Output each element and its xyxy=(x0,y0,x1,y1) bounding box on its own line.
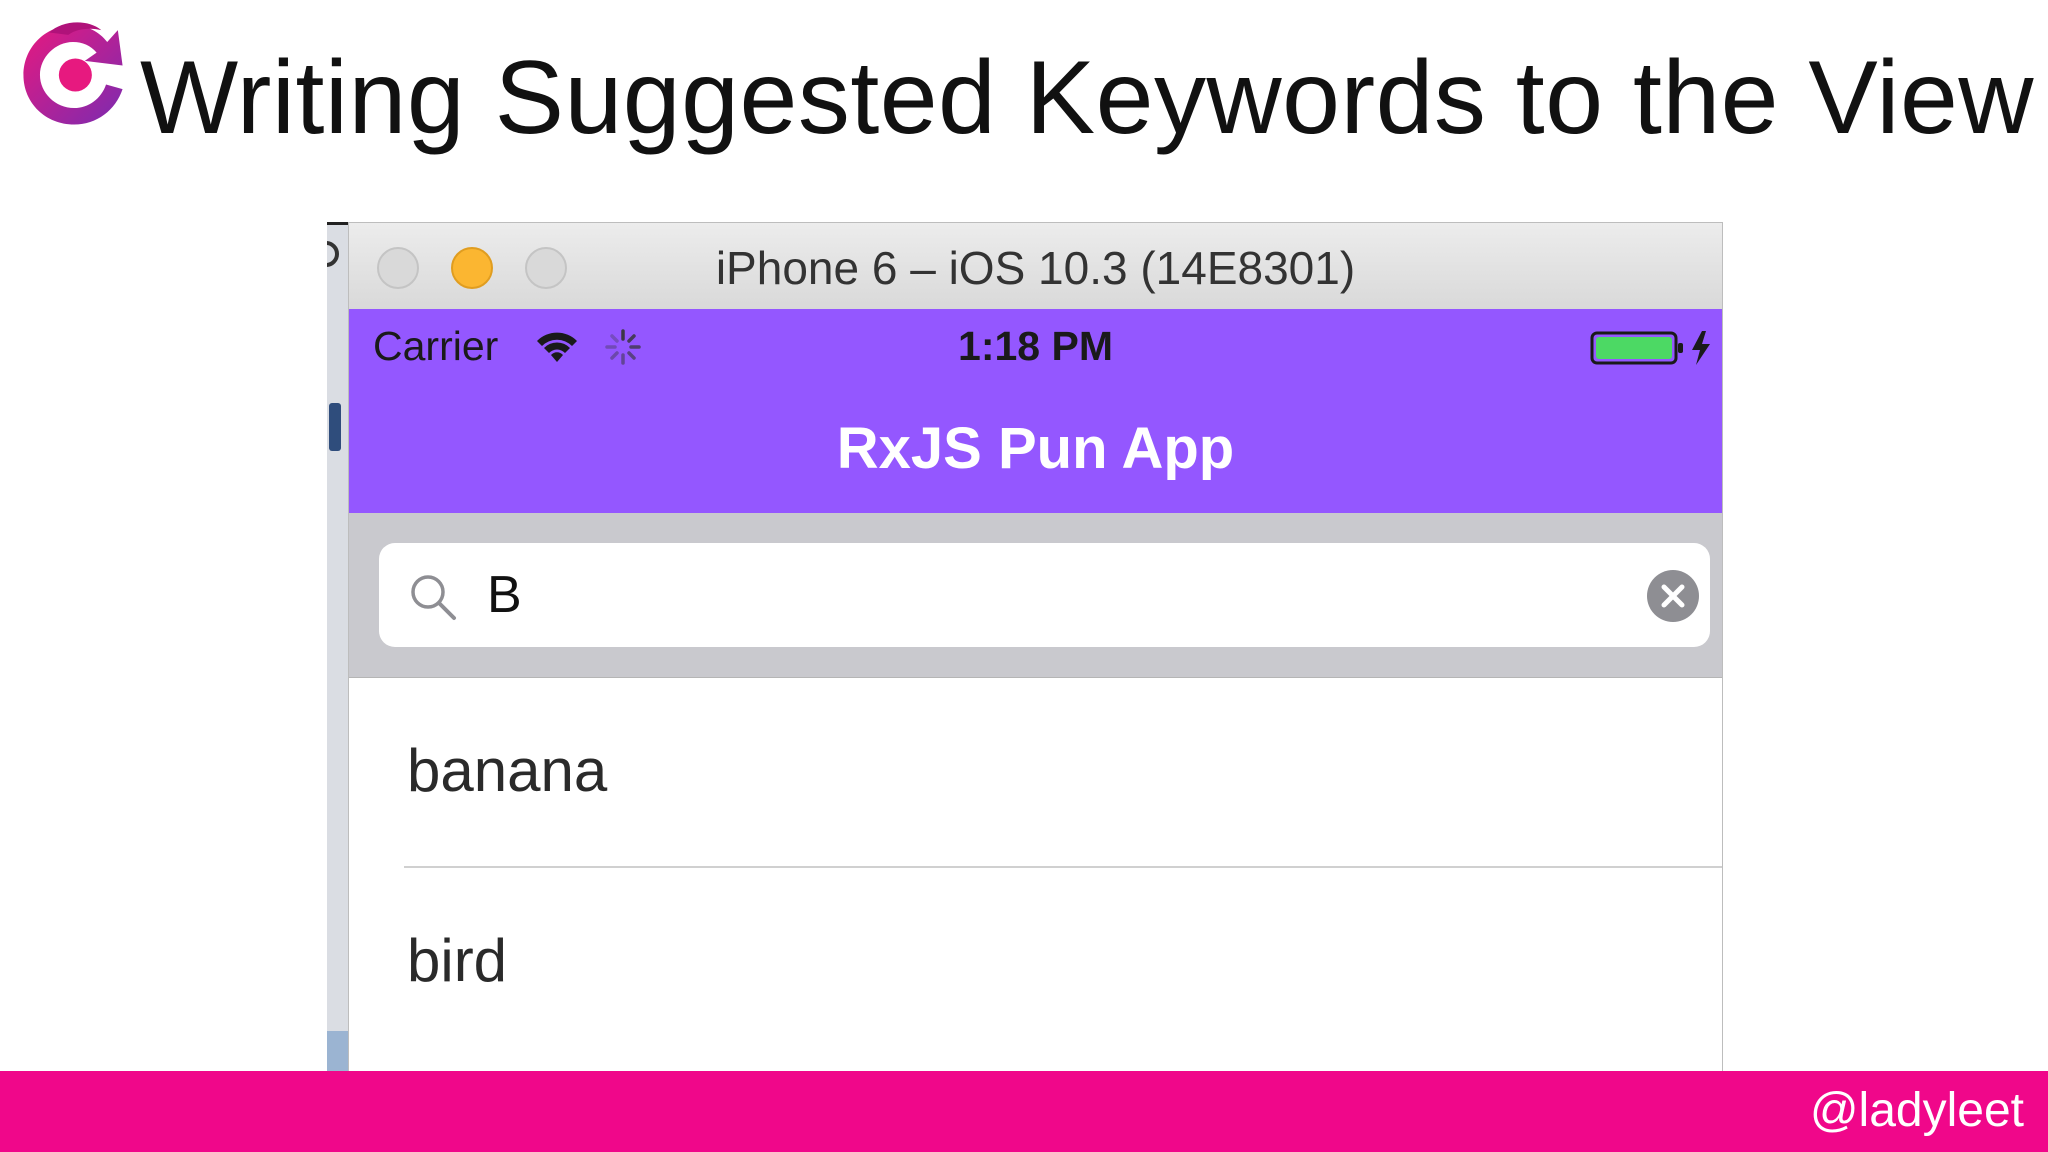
navigation-bar: RxJS Pun App xyxy=(349,385,1722,513)
status-time: 1:18 PM xyxy=(958,323,1113,369)
search-input-value[interactable]: B xyxy=(487,565,522,625)
list-item[interactable]: bird xyxy=(349,868,1722,1058)
background-window-ring-icon xyxy=(327,241,339,267)
ios-status-bar: Carrier 1:18 PM xyxy=(349,309,1722,385)
twitter-handle: @ladyleet xyxy=(1809,1084,2024,1137)
list-item-label: bird xyxy=(407,927,508,994)
search-input[interactable]: B xyxy=(379,543,1710,647)
background-window xyxy=(327,223,351,1071)
background-window-fragment xyxy=(329,403,341,451)
rxjs-logo-icon xyxy=(23,22,123,125)
results-list: banana bird xyxy=(349,678,1722,1058)
search-icon xyxy=(411,575,456,620)
nav-title: RxJS Pun App xyxy=(836,416,1235,481)
slide-footer: @ladyleet xyxy=(0,1071,2048,1152)
search-bar: B xyxy=(349,513,1722,678)
list-item[interactable]: banana xyxy=(349,678,1722,868)
battery-charging-icon xyxy=(1590,331,1710,365)
window-title: iPhone 6 – iOS 10.3 (14E8301) xyxy=(715,242,1356,294)
simulator-window: iPhone 6 – iOS 10.3 (14E8301) Carrier 1:… xyxy=(349,223,1722,1071)
slide-title: Writing Suggested Keywords to the View xyxy=(140,40,2034,156)
list-item-label: banana xyxy=(407,737,608,804)
clear-search-icon[interactable] xyxy=(1646,569,1700,623)
window-titlebar[interactable]: iPhone 6 – iOS 10.3 (14E8301) xyxy=(349,223,1722,310)
background-window-fragment xyxy=(327,1031,349,1071)
